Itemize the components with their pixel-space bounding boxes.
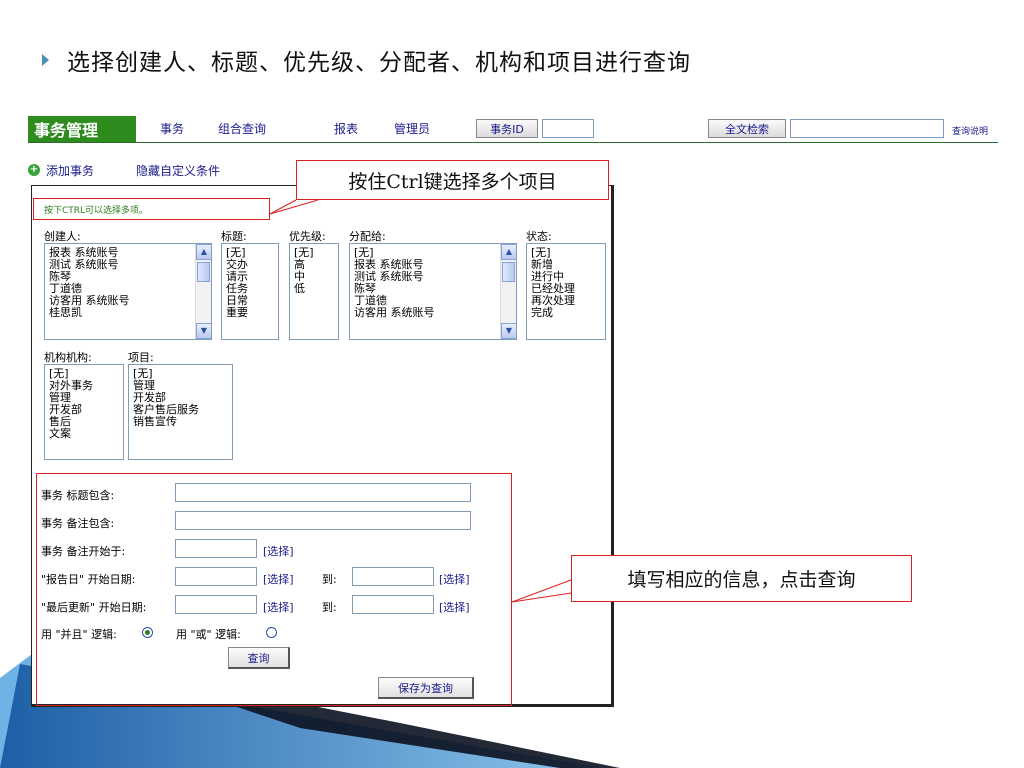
slide-title: 选择创建人、标题、优先级、分配者、机构和项目进行查询 <box>67 50 691 76</box>
scroll-down-icon[interactable]: ▼ <box>196 323 211 339</box>
nav-link-combo-query[interactable]: 组合查询 <box>218 120 266 137</box>
hide-custom-conditions-link[interactable]: 隐藏自定义条件 <box>136 162 220 179</box>
list-item[interactable]: 重要 <box>226 307 274 319</box>
list-item[interactable]: 访客用 系统账号 <box>354 307 512 319</box>
add-affair-link[interactable]: 添加事务 <box>46 162 94 179</box>
assign-label: 分配给: <box>349 230 386 243</box>
list-item[interactable]: 完成 <box>531 307 601 319</box>
ctrl-hint-highlight <box>33 198 270 220</box>
affair-id-button[interactable]: 事务ID <box>476 119 538 138</box>
status-listbox[interactable]: [无] 新增 进行中 已经处理 再次处理 完成 <box>526 243 606 340</box>
list-item[interactable]: 桂思凯 <box>49 307 207 319</box>
fulltext-search-input[interactable] <box>790 119 944 138</box>
query-help-link[interactable]: 查询说明 <box>952 124 988 137</box>
assign-listbox[interactable]: [无] 报表 系统账号 测试 系统账号 陈琴 丁道德 访客用 系统账号 ▲ ▼ <box>349 243 517 340</box>
project-label: 项目: <box>128 351 154 364</box>
list-item[interactable]: 低 <box>294 283 334 295</box>
status-label: 状态: <box>526 230 552 243</box>
assign-scrollbar[interactable]: ▲ ▼ <box>500 244 516 339</box>
creator-scrollbar[interactable]: ▲ ▼ <box>195 244 211 339</box>
list-item[interactable]: 销售宣传 <box>133 416 228 428</box>
org-label: 机构机构: <box>44 351 92 364</box>
scroll-thumb[interactable] <box>197 262 210 282</box>
priority-listbox[interactable]: [无] 高 中 低 <box>289 243 339 340</box>
bullet-icon <box>42 54 49 66</box>
list-item[interactable]: 文案 <box>49 428 119 440</box>
form-highlight <box>36 473 512 706</box>
nav-link-affairs[interactable]: 事务 <box>160 120 184 137</box>
title-label: 标题: <box>221 230 247 243</box>
nav-link-reports[interactable]: 报表 <box>334 120 358 137</box>
list-item[interactable]: 测试 系统账号 <box>354 271 512 283</box>
affair-id-input[interactable] <box>542 119 594 138</box>
scroll-up-icon[interactable]: ▲ <box>501 244 516 260</box>
scroll-thumb[interactable] <box>502 262 515 282</box>
fill-callout: 填写相应的信息，点击查询 <box>571 555 912 602</box>
scroll-down-icon[interactable]: ▼ <box>501 323 516 339</box>
creator-label: 创建人: <box>44 230 81 243</box>
nav-link-admin[interactable]: 管理员 <box>394 120 430 137</box>
list-item[interactable]: 测试 系统账号 <box>49 259 207 271</box>
slide-heading: 选择创建人、标题、优先级、分配者、机构和项目进行查询 <box>42 42 691 78</box>
app-navbar: 事务管理 事务 组合查询 报表 管理员 事务ID 全文检索 查询说明 <box>28 116 998 143</box>
sub-toolbar: + 添加事务 隐藏自定义条件 <box>28 161 220 179</box>
title-listbox[interactable]: [无] 交办 请示 任务 日常 重要 <box>221 243 279 340</box>
ctrl-callout: 按住Ctrl键选择多个项目 <box>296 160 609 200</box>
add-icon: + <box>28 164 40 176</box>
org-listbox[interactable]: [无] 对外事务 管理 开发部 售后 文案 <box>44 364 124 460</box>
creator-listbox[interactable]: 报表 系统账号 测试 系统账号 陈琴 丁道德 访客用 系统账号 桂思凯 ▲ ▼ <box>44 243 212 340</box>
project-listbox[interactable]: [无] 管理 开发部 客户售后服务 销售宣传 <box>128 364 233 460</box>
scroll-up-icon[interactable]: ▲ <box>196 244 211 260</box>
fulltext-search-button[interactable]: 全文检索 <box>708 119 786 138</box>
priority-label: 优先级: <box>289 230 326 243</box>
app-brand: 事务管理 <box>28 116 136 142</box>
